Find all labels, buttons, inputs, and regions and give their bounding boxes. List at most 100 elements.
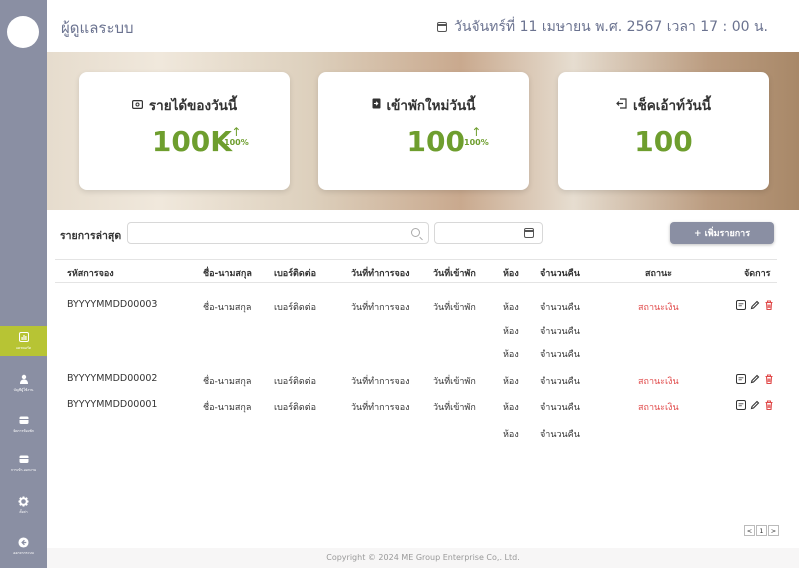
delete-icon[interactable]	[764, 300, 774, 310]
booking-date: วันที่ทำการจอง	[351, 403, 410, 413]
arrow-up-icon: ↑	[471, 125, 482, 139]
edit-icon[interactable]	[750, 300, 760, 310]
datetime-text: วันจันทร์ที่ 11 เมษายน พ.ศ. 2567 เวลา 17…	[453, 19, 768, 35]
delete-icon[interactable]	[764, 400, 774, 410]
edit-icon[interactable]	[750, 374, 760, 384]
nights: จำนวนคืน	[540, 403, 580, 413]
booking-code[interactable]: BYYYYMMDD00001	[67, 399, 157, 410]
page-title: ผู้ดูแลระบบ	[61, 19, 134, 37]
hero-banner: รายได้ของวันนี้ 100K ↑ 100% เข้าพักใหม่ว…	[47, 52, 799, 210]
guest-phone: เบอร์ติดต่อ	[274, 303, 316, 313]
card-title: รายได้ของวันนี้	[79, 94, 290, 116]
recent-list-title: รายการล่าสุด	[60, 230, 122, 242]
nights: จำนวนคืน	[540, 350, 580, 360]
column-header: วันที่เข้าพัก	[433, 269, 476, 279]
room-type: ห้อง	[503, 430, 519, 440]
prev-page-button[interactable]: <	[744, 525, 755, 536]
date-filter[interactable]	[434, 222, 543, 246]
logout-icon	[18, 536, 29, 549]
checkin-date: วันที่เข้าพัก	[433, 403, 476, 413]
room-type: ห้อง	[503, 327, 519, 337]
room-type: ห้อง	[503, 377, 519, 387]
chart-icon	[18, 331, 29, 344]
sidebar: แดชบอร์ด บัญชีผู้ใช้งาน จัดการห้องพัก กา…	[0, 0, 47, 568]
sidebar-item-dashboard[interactable]: แดชบอร์ด	[0, 326, 47, 356]
checkin-card: เข้าพักใหม่วันนี้ 100 ↑ 100%	[318, 72, 529, 190]
card-value: 100	[634, 125, 693, 158]
nights: จำนวนคืน	[540, 327, 580, 337]
attendance-icon	[19, 454, 29, 466]
sidebar-item-users[interactable]: บัญชีผู้ใช้งาน	[0, 368, 47, 398]
note-icon[interactable]	[736, 300, 746, 310]
nights: จำนวนคืน	[540, 430, 580, 440]
card-trend-percent: 100%	[464, 138, 489, 147]
guest-phone: เบอร์ติดต่อ	[274, 403, 316, 413]
room-type: ห้อง	[503, 303, 519, 313]
sidebar-item-label: การเข้า-ออกงาน	[10, 467, 37, 472]
revenue-card: รายได้ของวันนี้ 100K ↑ 100%	[79, 72, 290, 190]
status-badge: สถานะเงิน	[638, 377, 679, 387]
card-value: 100K	[151, 125, 232, 158]
header: ผู้ดูแลระบบ วันจันทร์ที่ 11 เมษายน พ.ศ. …	[47, 0, 799, 52]
search-field[interactable]	[127, 222, 429, 246]
card-title-text: เช็คเอ้าท์วันนี้	[632, 98, 712, 114]
gear-icon	[18, 495, 29, 508]
guest-name: ชื่อ-นามสกุล	[203, 403, 252, 413]
sidebar-item-label: ออกจากระบบ	[13, 550, 34, 555]
sidebar-item-label: จัดการห้องพัก	[13, 428, 34, 433]
column-header: ห้อง	[503, 269, 519, 279]
guest-name: ชื่อ-นามสกุล	[203, 303, 252, 313]
sidebar-item-settings[interactable]: ตั้งค่า	[0, 490, 47, 520]
column-header: จำนวนคืน	[540, 269, 580, 279]
status-badge: สถานะเงิน	[638, 303, 679, 313]
arrow-up-icon: ↑	[231, 125, 242, 139]
card-trend: ↑ 100%	[224, 126, 249, 147]
card-title-text: รายได้ของวันนี้	[148, 98, 238, 114]
calendar-icon[interactable]	[524, 228, 534, 238]
checkin-icon	[372, 97, 381, 113]
card-title-text: เข้าพักใหม่วันนี้	[386, 98, 476, 114]
note-icon[interactable]	[736, 400, 746, 410]
pagination: < 1 >	[744, 525, 779, 536]
next-page-button[interactable]: >	[768, 525, 779, 536]
column-header: จัดการ	[744, 269, 771, 279]
card-trend-percent: 100%	[224, 138, 249, 147]
checkin-date: วันที่เข้าพัก	[433, 377, 476, 387]
sidebar-item-attendance[interactable]: การเข้า-ออกงาน	[0, 448, 47, 478]
sidebar-item-rooms[interactable]: จัดการห้องพัก	[0, 409, 47, 439]
nights: จำนวนคืน	[540, 303, 580, 313]
add-item-button[interactable]: + เพิ่มรายการ	[670, 222, 774, 244]
room-icon	[19, 415, 29, 427]
booking-code[interactable]: BYYYYMMDD00003	[67, 299, 157, 310]
search-input[interactable]	[128, 225, 428, 246]
column-header: เบอร์ติดต่อ	[274, 269, 316, 279]
table-header: รหัสการจอง ชื่อ-นามสกุล เบอร์ติดต่อ วันท…	[55, 259, 777, 283]
row-actions	[736, 374, 774, 384]
column-header: สถานะ	[645, 269, 672, 279]
note-icon[interactable]	[736, 374, 746, 384]
sidebar-item-logout[interactable]: ออกจากระบบ	[0, 531, 47, 561]
column-header: วันที่ทำการจอง	[351, 269, 410, 279]
status-badge: สถานะเงิน	[638, 403, 679, 413]
row-actions	[736, 400, 774, 410]
page-number-button[interactable]: 1	[756, 525, 767, 536]
row-actions	[736, 300, 774, 310]
search-icon	[411, 228, 420, 237]
delete-icon[interactable]	[764, 374, 774, 384]
checkin-date: วันที่เข้าพัก	[433, 303, 476, 313]
guest-phone: เบอร์ติดต่อ	[274, 377, 316, 387]
sidebar-item-label: บัญชีผู้ใช้งาน	[13, 387, 34, 392]
column-header: รหัสการจอง	[67, 269, 114, 279]
logo	[7, 16, 39, 48]
sidebar-item-label: แดชบอร์ด	[15, 345, 32, 350]
card-title: เช็คเอ้าท์วันนี้	[558, 94, 769, 116]
sidebar-item-label: ตั้งค่า	[19, 509, 28, 514]
booking-code[interactable]: BYYYYMMDD00002	[67, 373, 157, 384]
checkout-card: เช็คเอ้าท์วันนี้ 100	[558, 72, 769, 190]
edit-icon[interactable]	[750, 400, 760, 410]
room-type: ห้อง	[503, 350, 519, 360]
user-icon	[19, 374, 29, 386]
room-type: ห้อง	[503, 403, 519, 413]
booking-date: วันที่ทำการจอง	[351, 303, 410, 313]
footer-copyright: Copyright © 2024 ME Group Enterprise Co,…	[47, 548, 799, 568]
